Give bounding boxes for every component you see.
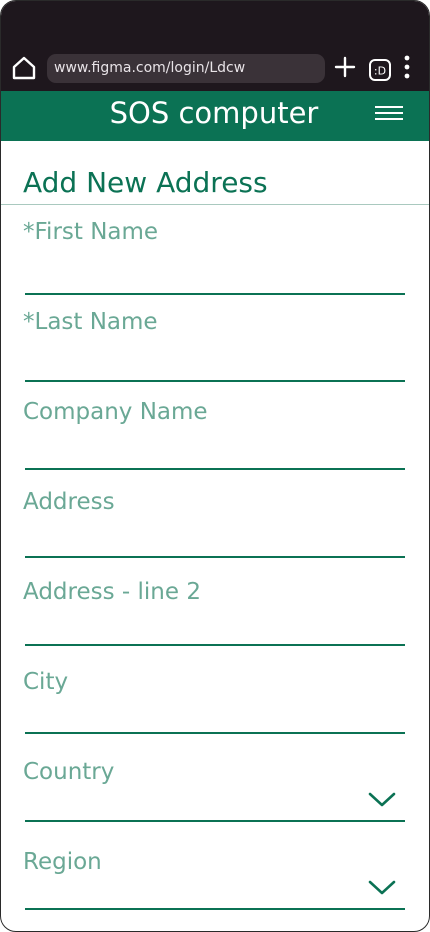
- app-title: SOS computer: [109, 96, 319, 130]
- page-title: Add New Address: [23, 166, 268, 199]
- address-label: Address: [23, 489, 115, 515]
- title-divider: [1, 204, 429, 205]
- first-name-label: *First Name: [23, 219, 159, 245]
- company-name-field: Company Name: [1, 397, 429, 487]
- tab-switcher-icon[interactable]: :D: [368, 58, 392, 82]
- region-field[interactable]: Region: [1, 847, 429, 931]
- plus-icon[interactable]: [334, 56, 356, 78]
- country-underline: [25, 820, 405, 822]
- address-line2-label: Address - line 2: [23, 579, 201, 605]
- address-line2-input[interactable]: [25, 607, 405, 641]
- region-label: Region: [23, 849, 102, 875]
- address-underline: [25, 556, 405, 558]
- address-line2-field: Address - line 2: [1, 577, 429, 667]
- company-name-underline: [25, 468, 405, 470]
- city-input[interactable]: [25, 697, 405, 731]
- company-name-label: Company Name: [23, 399, 208, 425]
- hamburger-icon[interactable]: [375, 106, 405, 124]
- first-name-underline: [25, 293, 405, 295]
- last-name-underline: [25, 380, 405, 382]
- last-name-field: *Last Name: [1, 307, 429, 397]
- country-label: Country: [23, 759, 115, 785]
- first-name-input[interactable]: [25, 247, 405, 281]
- home-icon[interactable]: [11, 55, 37, 81]
- address-line2-underline: [25, 644, 405, 646]
- address-input[interactable]: [25, 517, 405, 551]
- address-field: Address: [1, 487, 429, 577]
- last-name-input[interactable]: [25, 337, 405, 371]
- city-underline: [25, 732, 405, 734]
- company-name-input[interactable]: [25, 427, 405, 461]
- chevron-down-icon[interactable]: [367, 791, 397, 809]
- kebab-menu-icon[interactable]: [401, 55, 413, 81]
- city-label: City: [23, 669, 69, 695]
- phone-screen: www.figma.com/login/Ldcw :D SOS computer…: [0, 0, 430, 932]
- chevron-down-icon[interactable]: [367, 879, 397, 897]
- browser-toolbar: www.figma.com/login/Ldcw :D: [1, 1, 429, 91]
- app-header: SOS computer: [1, 91, 429, 141]
- first-name-field: *First Name: [1, 217, 429, 307]
- country-field[interactable]: Country: [1, 757, 429, 847]
- city-field: City: [1, 667, 429, 757]
- region-underline: [25, 908, 405, 910]
- svg-text::D: :D: [374, 65, 386, 78]
- url-field[interactable]: www.figma.com/login/Ldcw: [47, 54, 325, 83]
- last-name-label: *Last Name: [23, 309, 158, 335]
